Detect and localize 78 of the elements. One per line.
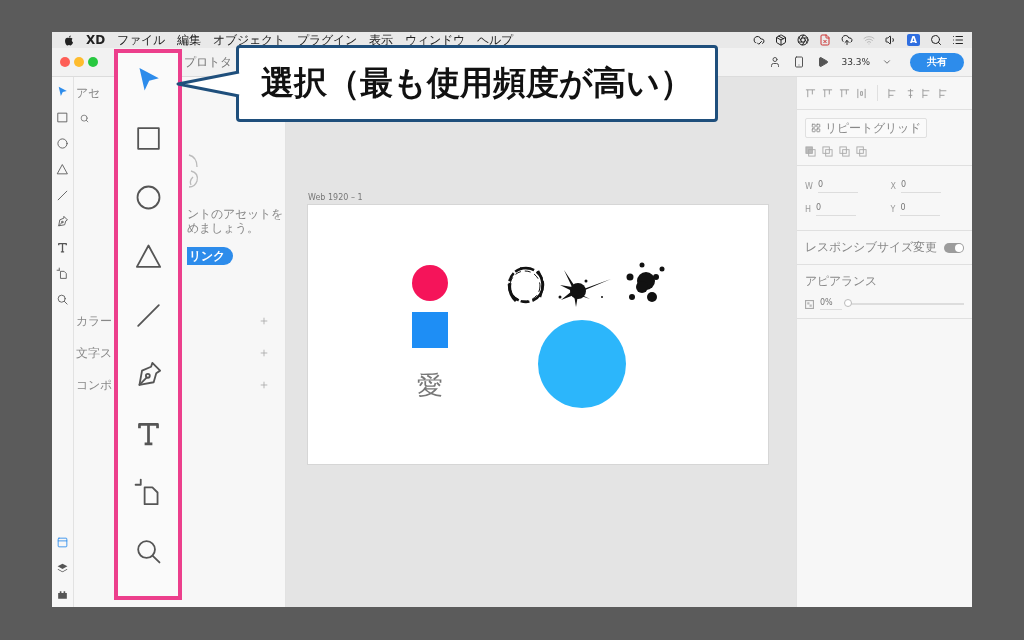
link-button[interactable]: リンク [187,247,233,265]
circle-icon[interactable] [56,137,69,150]
magnifier-icon[interactable] [56,293,69,306]
wifi-icon[interactable] [863,34,876,46]
dimension-field[interactable]: 0 [900,203,941,216]
list-icon[interactable] [952,34,964,46]
user-icon[interactable] [769,56,782,68]
responsive-label: レスポンシブサイズ変更 [805,239,937,256]
plus-icon[interactable] [259,316,269,326]
aperture-icon[interactable] [797,34,810,46]
canvas-text: 愛 [417,370,443,400]
align-icon[interactable] [822,87,833,99]
input-source[interactable]: A [907,34,920,46]
align-icon[interactable] [839,87,850,99]
menu-item[interactable]: オブジェクト [213,32,286,48]
text-icon[interactable] [56,241,69,254]
line-icon[interactable] [56,189,69,202]
menu-item[interactable]: 表示 [369,32,394,48]
artboards-icon[interactable] [56,536,69,549]
triangle-icon[interactable] [56,163,69,176]
appearance-title: アピアランス [805,273,878,290]
maximize-light[interactable] [88,57,98,67]
square-icon[interactable] [56,111,69,124]
dimension-field[interactable]: 0 [817,180,858,193]
app-menu[interactable]: XD [86,32,106,48]
empty-message: めましょう。 [187,221,260,235]
layers-icon[interactable] [56,562,69,575]
search-icon[interactable] [80,114,89,123]
pointer-icon[interactable] [56,85,69,98]
cloud-upload-icon[interactable] [841,34,854,46]
boolean-icon[interactable] [822,146,833,157]
align-icon[interactable] [856,87,867,99]
prototype-tab[interactable]: プロトタ [184,53,232,71]
field-label: W [805,182,813,191]
repeat-grid-button[interactable]: リピートグリッド [805,118,927,138]
plus-icon[interactable] [259,348,269,358]
menu-item[interactable]: ヘルプ [477,32,514,48]
section-label: カラー [76,312,112,330]
file-x-icon[interactable] [819,34,832,46]
apple-icon[interactable] [64,34,74,46]
dimension-field[interactable]: 0 [901,180,941,193]
search-icon[interactable] [930,34,942,46]
menu-item[interactable]: 編集 [177,32,202,48]
slider-thumb[interactable] [844,299,852,307]
share-button[interactable]: 共有 [910,52,964,72]
menu-item[interactable]: プラグイン [297,32,358,48]
plus-icon[interactable] [259,380,269,390]
field-label: H [805,205,811,214]
field-label: Y [890,205,896,214]
callout-text: 選択（最も使用頻度が高い） [261,62,693,104]
field-label: X [890,182,896,191]
plugins-icon[interactable] [56,588,69,601]
empty-message: ントのアセットを [187,207,283,221]
zoom-level[interactable]: 33.3% [841,57,870,67]
opacity-field[interactable]: 0% [820,298,842,310]
section-label: 文字ス [76,344,112,362]
section-label: コンポ [76,376,112,394]
cloud-check-icon[interactable] [753,34,766,46]
boolean-icon[interactable] [839,146,850,157]
play-icon[interactable] [817,56,830,68]
menu-item[interactable]: ウィンドウ [405,32,466,48]
panel-title: アセ [76,85,101,102]
boolean-icon[interactable] [805,146,816,157]
checker-icon [805,299,814,309]
distribute-icon[interactable] [905,87,916,99]
artboard-icon[interactable] [56,267,69,280]
grid-icon [811,123,821,133]
responsive-toggle[interactable] [944,242,964,253]
pen-icon[interactable] [56,215,69,228]
phone-icon[interactable] [793,56,806,68]
menu-item[interactable]: ファイル [117,32,166,48]
close-light[interactable] [60,57,70,67]
artboard-title[interactable]: Web 1920 – 1 [308,193,796,202]
align-icon[interactable] [805,87,816,99]
boolean-icon[interactable] [856,146,867,157]
chevron-icon[interactable] [882,57,892,67]
box-icon[interactable] [775,34,788,46]
dimension-field[interactable]: 0 [816,203,856,216]
